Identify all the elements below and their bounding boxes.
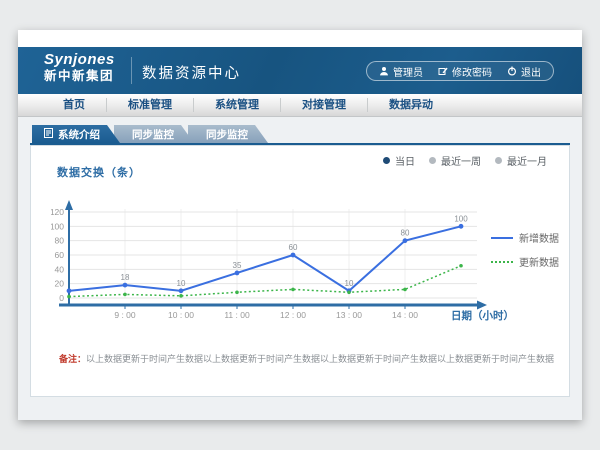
radio-today-label: 当日: [395, 153, 415, 168]
logout-icon: [507, 66, 517, 76]
radio-last-week[interactable]: 最近一周: [429, 153, 481, 168]
legend-line-dotted-icon: [491, 261, 513, 263]
company-logo: Synjones 新中新集团: [44, 52, 115, 83]
legend-updated-data-label: 更新数据: [519, 254, 559, 269]
top-white-strip: [18, 30, 582, 47]
svg-text:18: 18: [121, 273, 130, 282]
document-icon: [44, 128, 53, 141]
radio-last-month[interactable]: 最近一月: [495, 153, 547, 168]
edit-icon: [438, 66, 448, 76]
tab-bar: 系统介绍 同步监控 同步监控: [32, 125, 268, 143]
legend-line-solid-icon: [491, 237, 513, 239]
chart-area: 0 20 40 60 80 100 120 9 : 00 10 : 00 11 : 00 12 : …: [51, 196, 521, 328]
user-toolbar: 管理员 修改密码 退出: [366, 61, 554, 81]
tab-label: 系统介绍: [58, 127, 100, 142]
nav-item-interface-mgmt[interactable]: 对接管理: [281, 98, 368, 112]
svg-text:35: 35: [233, 261, 242, 270]
main-nav: 首页 标准管理 系统管理 对接管理 数据异动: [18, 94, 582, 117]
tab-system-intro[interactable]: 系统介绍: [32, 125, 120, 143]
logout-label: 退出: [521, 64, 541, 79]
y-axis-title: 数据交换（条）: [57, 164, 141, 180]
svg-text:100: 100: [51, 221, 64, 231]
header-divider: [131, 57, 132, 84]
main-window: Synjones 新中新集团 数据资源中心 管理员 修改密码: [18, 30, 582, 420]
radio-dot-icon: [429, 157, 436, 164]
svg-text:60: 60: [289, 243, 298, 252]
nav-item-system-mgmt[interactable]: 系统管理: [194, 98, 281, 112]
tab-label: 同步监控: [206, 127, 248, 142]
logo-text-cn: 新中新集团: [44, 70, 115, 83]
svg-text:9 : 00: 9 : 00: [114, 310, 136, 320]
footnote: 备注：以上数据更新于时间产生数据以上数据更新于时间产生数据以上数据更新于时间产生…: [59, 352, 555, 365]
nav-item-home[interactable]: 首页: [42, 98, 107, 112]
time-range-radios: 当日 最近一周 最近一月: [383, 153, 547, 168]
tab-sync-monitor-1[interactable]: 同步监控: [114, 125, 194, 143]
change-password-button[interactable]: 修改密码: [438, 64, 492, 79]
legend-new-data: 新增数据: [491, 230, 559, 245]
svg-text:120: 120: [51, 207, 64, 217]
svg-text:13 : 00: 13 : 00: [336, 310, 362, 320]
svg-text:14 : 00: 14 : 00: [392, 310, 418, 320]
radio-dot-icon: [495, 157, 502, 164]
radio-last-month-label: 最近一月: [507, 153, 547, 168]
logo-text-en: Synjones: [44, 52, 115, 68]
radio-today[interactable]: 当日: [383, 153, 415, 168]
svg-text:10: 10: [177, 279, 186, 288]
admin-user-label: 管理员: [393, 64, 423, 79]
radio-last-week-label: 最近一周: [441, 153, 481, 168]
svg-text:80: 80: [55, 236, 65, 246]
legend-new-data-label: 新增数据: [519, 230, 559, 245]
footnote-text: 以上数据更新于时间产生数据以上数据更新于时间产生数据以上数据更新于时间产生数据以…: [86, 354, 555, 364]
svg-text:12 : 00: 12 : 00: [280, 310, 306, 320]
nav-item-standard-mgmt[interactable]: 标准管理: [107, 98, 194, 112]
svg-text:11 : 00: 11 : 00: [224, 310, 250, 320]
svg-text:10: 10: [345, 279, 354, 288]
svg-text:20: 20: [55, 279, 65, 289]
svg-text:10 : 00: 10 : 00: [168, 310, 194, 320]
user-icon: [379, 66, 389, 76]
svg-text:60: 60: [55, 250, 65, 260]
app-header: Synjones 新中新集团 数据资源中心 管理员 修改密码: [18, 47, 582, 94]
change-password-label: 修改密码: [452, 64, 492, 79]
tab-label: 同步监控: [132, 127, 174, 142]
chart-legend: 新增数据 更新数据: [491, 230, 559, 269]
line-chart: 0 20 40 60 80 100 120 9 : 00 10 : 00 11 : 00 12 : …: [51, 196, 521, 328]
admin-user-button[interactable]: 管理员: [379, 64, 423, 79]
svg-text:40: 40: [55, 264, 65, 274]
radio-dot-icon: [383, 157, 390, 164]
svg-text:日期（小时）: 日期（小时）: [451, 309, 514, 322]
svg-text:100: 100: [454, 214, 468, 223]
logout-button[interactable]: 退出: [507, 64, 541, 79]
chart-panel: 当日 最近一周 最近一月 数据交换（条） 0 20 40 60 80 100 120 9 : …: [30, 145, 570, 397]
svg-text:80: 80: [401, 229, 410, 238]
footnote-prefix: 备注：: [59, 354, 86, 364]
tab-sync-monitor-2[interactable]: 同步监控: [188, 125, 268, 143]
page-title: 数据资源中心: [142, 62, 241, 83]
legend-updated-data: 更新数据: [491, 254, 559, 269]
svg-text:0: 0: [59, 293, 64, 303]
nav-item-data-change[interactable]: 数据异动: [368, 98, 454, 112]
